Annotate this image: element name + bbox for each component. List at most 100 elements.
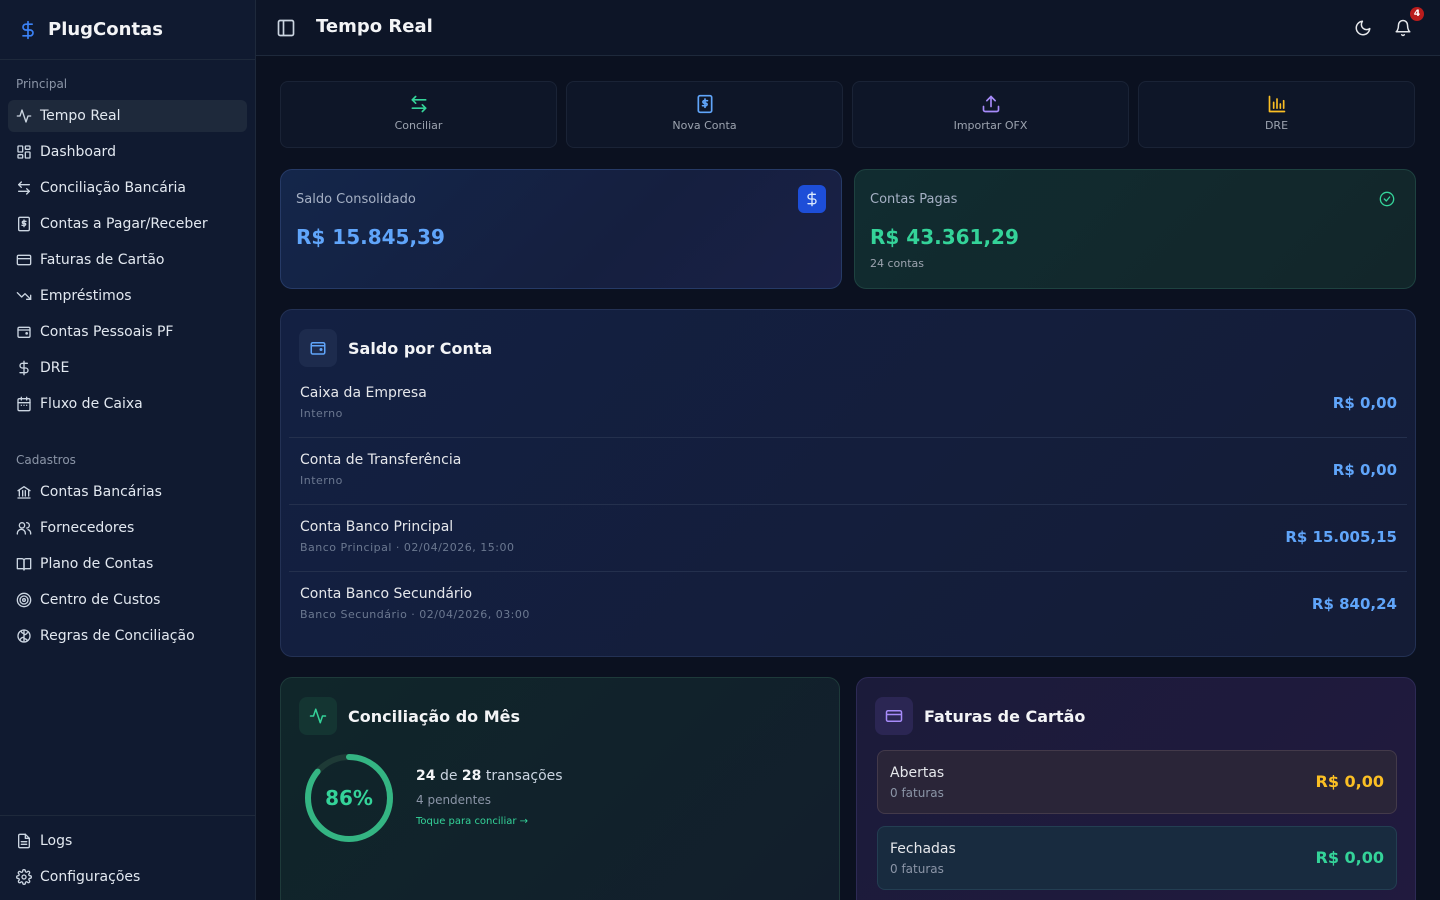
- nav-footer: Logs Configurações: [0, 825, 255, 893]
- fatura-value: R$ 0,00: [1315, 772, 1385, 791]
- sidebar-item-tempo-real[interactable]: Tempo Real: [8, 100, 247, 132]
- section-label-principal: Principal: [16, 77, 68, 91]
- stat-value: R$ 15.845,39: [296, 225, 445, 249]
- recon-of-word: de: [439, 768, 458, 784]
- dashboard-icon: [17, 145, 31, 159]
- fatura-label: Fechadas: [890, 841, 956, 857]
- progress-percent: 86%: [325, 786, 373, 810]
- nav-cadastros: Contas Bancárias Fornecedores Plano de C…: [0, 476, 255, 652]
- quick-action-nova-conta[interactable]: Nova Conta: [566, 81, 843, 148]
- target-icon: [16, 592, 32, 608]
- receipt-icon: [697, 94, 712, 114]
- sidebar-item-emprestimos[interactable]: Empréstimos: [8, 280, 247, 312]
- account-row[interactable]: Conta de Transferência Interno R$ 0,00: [289, 438, 1407, 505]
- stat-label: Contas Pagas: [870, 192, 958, 207]
- app-name: PlugContas: [48, 19, 163, 40]
- account-row[interactable]: Conta Banco Principal Banco Principal · …: [289, 505, 1407, 572]
- account-value: R$ 15.005,15: [1285, 528, 1397, 546]
- saldo-por-conta-panel: Saldo por Conta Caixa da Empresa Interno…: [280, 309, 1416, 657]
- trending-down-icon: [16, 292, 32, 300]
- sidebar-item-label: Dashboard: [40, 144, 116, 160]
- sidebar-item-label: Configurações: [40, 869, 141, 885]
- account-row[interactable]: Conta Banco Secundário Banco Secundário …: [289, 572, 1407, 639]
- panel-icon-box: [875, 697, 913, 735]
- recon-pending: 4 pendentes: [416, 793, 491, 807]
- dollar-icon: [22, 20, 34, 39]
- recon-link[interactable]: Toque para conciliar →: [416, 816, 528, 827]
- quick-action-dre[interactable]: DRE: [1138, 81, 1415, 148]
- sidebar-item-logs[interactable]: Logs: [8, 825, 247, 857]
- sidebar-item-centro-custos[interactable]: Centro de Custos: [8, 584, 247, 616]
- account-name: Conta Banco Secundário: [300, 586, 473, 602]
- sidebar-item-regras-conciliacao[interactable]: Regras de Conciliação: [8, 620, 247, 652]
- fatura-label: Abertas: [890, 765, 945, 781]
- account-sub: Banco Principal · 02/04/2026, 15:00: [300, 541, 515, 554]
- arrows-exchange-icon: [18, 181, 30, 195]
- account-value: R$ 0,00: [1332, 461, 1397, 479]
- quick-action-label: Nova Conta: [672, 119, 737, 132]
- fatura-sub: 0 faturas: [890, 786, 944, 800]
- sidebar-item-fluxo-caixa[interactable]: Fluxo de Caixa: [8, 388, 247, 420]
- sidebar-item-label: DRE: [40, 360, 70, 376]
- dollar-icon: [19, 360, 29, 376]
- sidebar-item-label: Contas Pessoais PF: [40, 324, 174, 340]
- file-text-icon: [18, 833, 30, 849]
- brain-icon: [17, 629, 31, 643]
- wallet-icon: [17, 326, 31, 338]
- panel-header: Conciliação do Mês: [299, 697, 520, 735]
- moon-icon[interactable]: [1354, 19, 1372, 37]
- sidebar-item-plano-contas[interactable]: Plano de Contas: [8, 548, 247, 580]
- dollar-icon: [807, 191, 817, 207]
- quick-action-conciliar[interactable]: Conciliar: [280, 81, 557, 148]
- sidebar-item-label: Fornecedores: [40, 520, 135, 536]
- panel-title: Saldo por Conta: [348, 338, 493, 358]
- activity-icon: [309, 708, 327, 724]
- bank-icon: [17, 486, 31, 499]
- sidebar-item-dashboard[interactable]: Dashboard: [8, 136, 247, 168]
- account-row[interactable]: Caixa da Empresa Interno R$ 0,00: [289, 371, 1407, 438]
- panel-title: Conciliação do Mês: [348, 706, 521, 726]
- account-name: Caixa da Empresa: [300, 385, 427, 401]
- sidebar-item-faturas-cartao[interactable]: Faturas de Cartão: [8, 244, 247, 276]
- stat-badge: [798, 185, 826, 213]
- wallet-icon: [310, 342, 326, 355]
- sidebar-toggle-icon[interactable]: [276, 18, 296, 38]
- brand[interactable]: PlugContas: [0, 0, 255, 60]
- nav-principal: Tempo Real Dashboard Conciliação Bancári…: [0, 100, 255, 420]
- faturas-cartao-card: Faturas de Cartão Abertas 0 faturas R$ 0…: [856, 677, 1416, 900]
- check-circle-icon: [1379, 191, 1395, 207]
- sidebar-item-contas-pessoais[interactable]: Contas Pessoais PF: [8, 316, 247, 348]
- account-sub: Banco Secundário · 02/04/2026, 03:00: [300, 608, 530, 621]
- sidebar-item-contas-pagar-receber[interactable]: Contas a Pagar/Receber: [8, 208, 247, 240]
- sidebar-item-label: Centro de Custos: [40, 592, 161, 608]
- panel-icon-box: [299, 329, 337, 367]
- panel-header: Faturas de Cartão: [875, 697, 1085, 735]
- notification-badge: 4: [1410, 7, 1424, 21]
- account-name: Conta Banco Principal: [300, 519, 454, 535]
- account-value: R$ 0,00: [1332, 394, 1397, 412]
- sidebar-item-configuracoes[interactable]: Configurações: [8, 861, 247, 893]
- bell-icon[interactable]: [1394, 19, 1412, 37]
- activity-icon: [16, 109, 32, 123]
- credit-card-icon: [885, 710, 903, 722]
- sidebar-item-dre[interactable]: DRE: [8, 352, 247, 384]
- recon-summary: 24 de 28 transações: [416, 768, 563, 784]
- faturas-fechadas[interactable]: Fechadas 0 faturas R$ 0,00: [877, 826, 1397, 890]
- sidebar-item-label: Tempo Real: [40, 108, 121, 124]
- sidebar-item-conciliacao-bancaria[interactable]: Conciliação Bancária: [8, 172, 247, 204]
- faturas-abertas[interactable]: Abertas 0 faturas R$ 0,00: [877, 750, 1397, 814]
- section-label-cadastros: Cadastros: [16, 453, 76, 467]
- stat-value: R$ 43.361,29: [870, 225, 1019, 249]
- sidebar-item-label: Plano de Contas: [40, 556, 154, 572]
- upload-icon: [982, 95, 999, 113]
- sidebar-item-contas-bancarias[interactable]: Contas Bancárias: [8, 476, 247, 508]
- recon-total: 28: [461, 768, 482, 784]
- account-list: Caixa da Empresa Interno R$ 0,00 Conta d…: [289, 371, 1407, 639]
- quick-action-label: DRE: [1264, 119, 1289, 132]
- sidebar-item-fornecedores[interactable]: Fornecedores: [8, 512, 247, 544]
- recon-done: 24: [416, 768, 436, 784]
- gear-icon: [16, 869, 32, 885]
- conciliacao-mes-card[interactable]: Conciliação do Mês 86% 24 de 28 transaçõ…: [280, 677, 840, 900]
- sidebar-footer: Logs Configurações: [0, 815, 255, 897]
- quick-action-importar-ofx[interactable]: Importar OFX: [852, 81, 1129, 148]
